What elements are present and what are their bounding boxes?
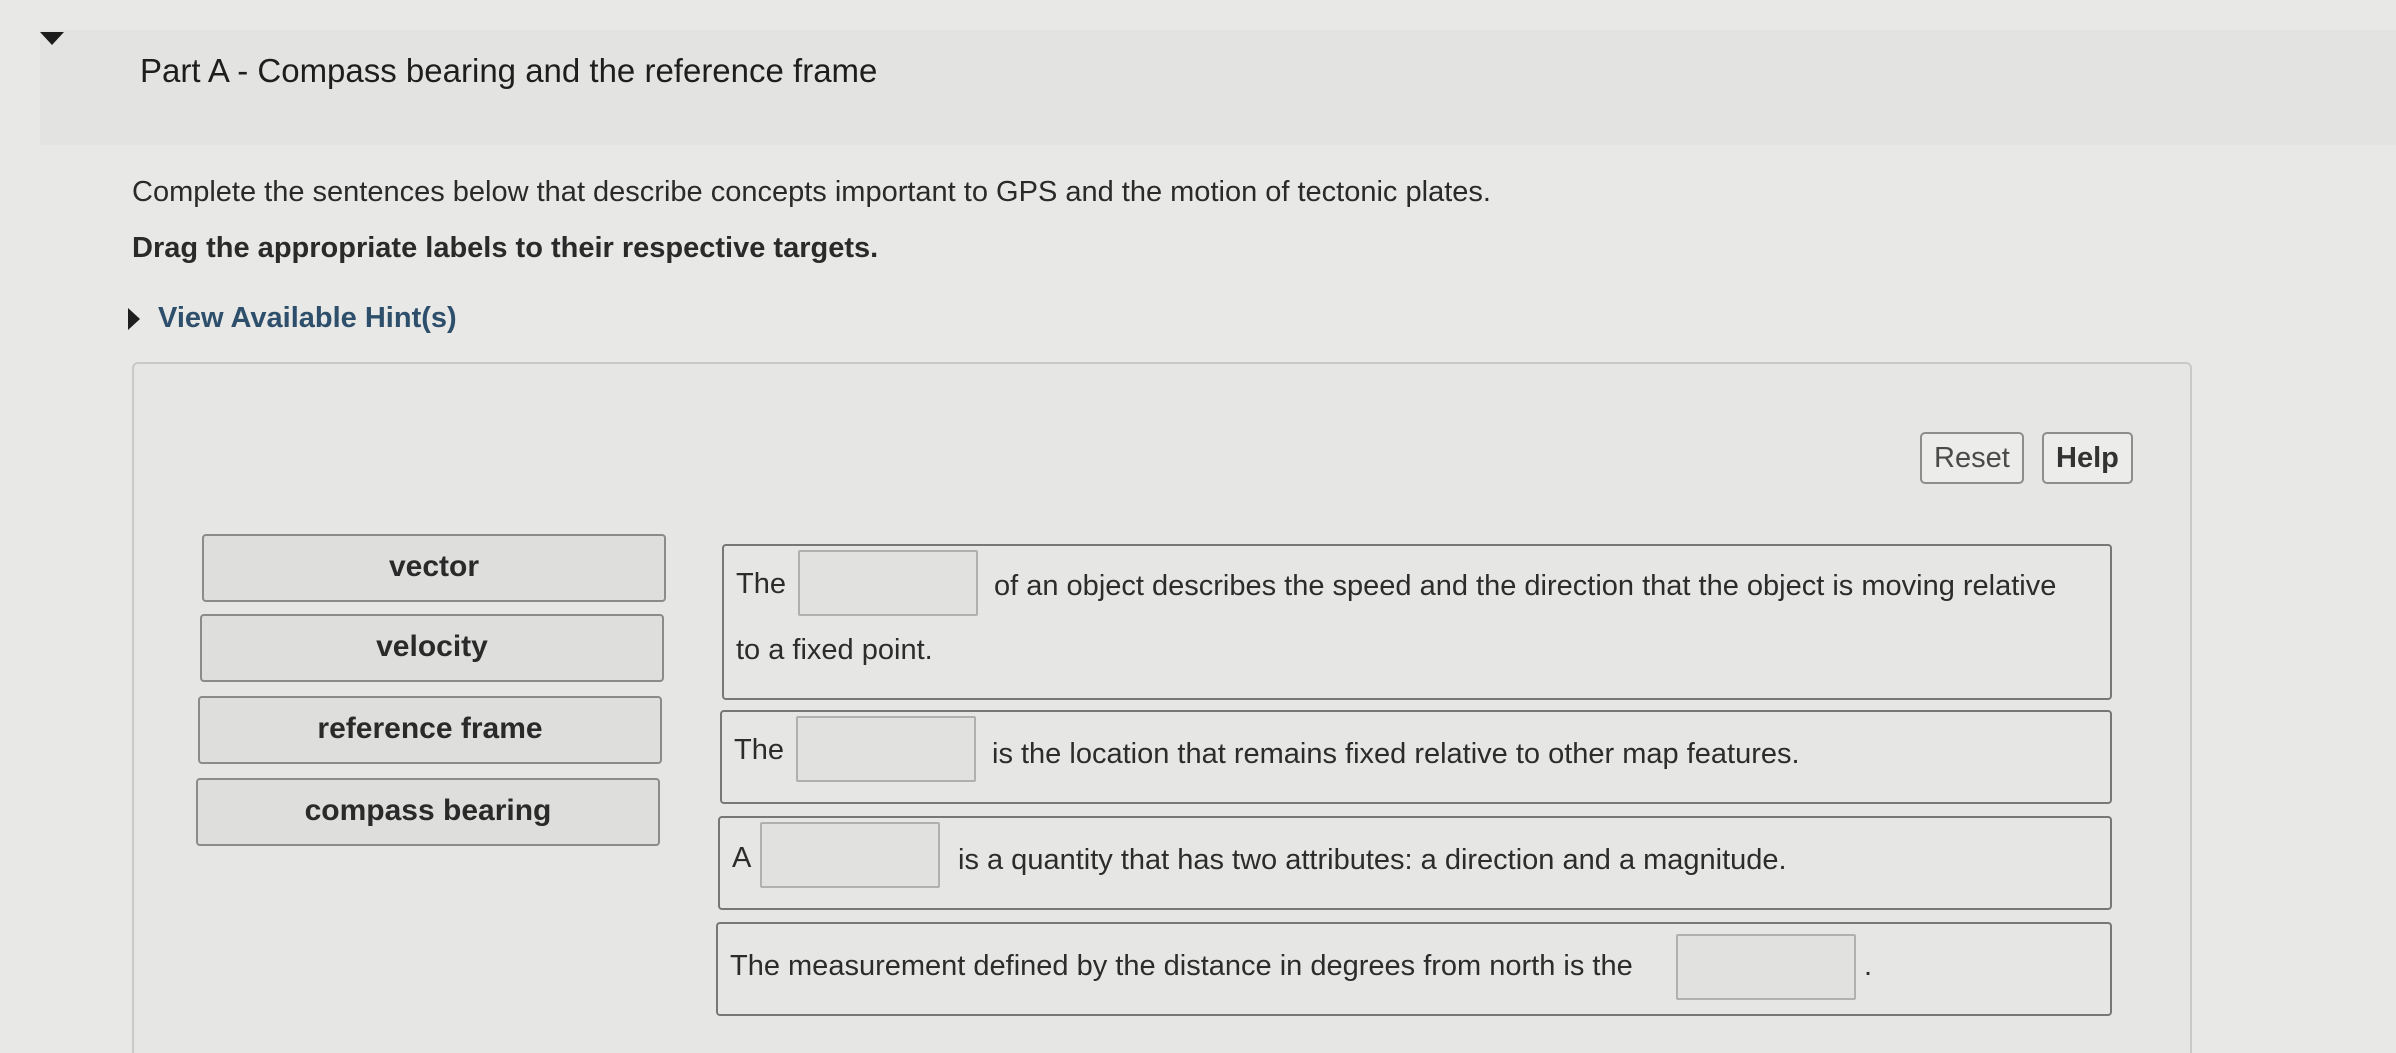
sentence-1: The of an object describes the speed and… bbox=[722, 544, 2112, 700]
sentence-1-after: of an object describes the speed and the… bbox=[994, 570, 2057, 602]
sentence-4-before: The measurement defined by the distance … bbox=[730, 950, 1633, 982]
sentence-4-after: . bbox=[1864, 950, 1873, 982]
label-velocity[interactable]: velocity bbox=[200, 614, 664, 682]
sentence-2-before: The bbox=[734, 734, 784, 766]
instructions-bold: Drag the appropriate labels to their res… bbox=[132, 232, 879, 264]
collapse-caret-icon[interactable] bbox=[40, 32, 64, 45]
sentence-2: The is the location that remains fixed r… bbox=[720, 710, 2112, 804]
label-reference-frame[interactable]: reference frame bbox=[198, 696, 662, 764]
sentence-3: A is a quantity that has two attributes:… bbox=[718, 816, 2112, 910]
part-title: Part A - Compass bearing and the referen… bbox=[140, 52, 878, 89]
drop-target-1[interactable] bbox=[798, 550, 978, 616]
reset-button[interactable]: Reset bbox=[1920, 432, 2024, 484]
sentence-4: The measurement defined by the distance … bbox=[716, 922, 2112, 1016]
caret-right-icon bbox=[128, 307, 140, 330]
sentence-3-before: A bbox=[732, 842, 752, 874]
view-hints-link[interactable]: View Available Hint(s) bbox=[128, 302, 457, 335]
drop-target-4[interactable] bbox=[1676, 934, 1856, 1000]
label-vector[interactable]: vector bbox=[202, 534, 666, 602]
instructions-text: Complete the sentences below that descri… bbox=[132, 176, 1491, 208]
sentence-3-after: is a quantity that has two attributes: a… bbox=[958, 844, 1787, 876]
sentence-1-before: The bbox=[736, 568, 786, 600]
sentence-1-line2: to a fixed point. bbox=[736, 634, 933, 666]
drop-target-2[interactable] bbox=[796, 716, 976, 782]
help-button[interactable]: Help bbox=[2042, 432, 2133, 484]
label-compass-bearing[interactable]: compass bearing bbox=[196, 778, 660, 846]
drop-target-3[interactable] bbox=[760, 822, 940, 888]
view-hints-label: View Available Hint(s) bbox=[158, 302, 457, 334]
sentence-2-after: is the location that remains fixed relat… bbox=[992, 738, 1800, 770]
